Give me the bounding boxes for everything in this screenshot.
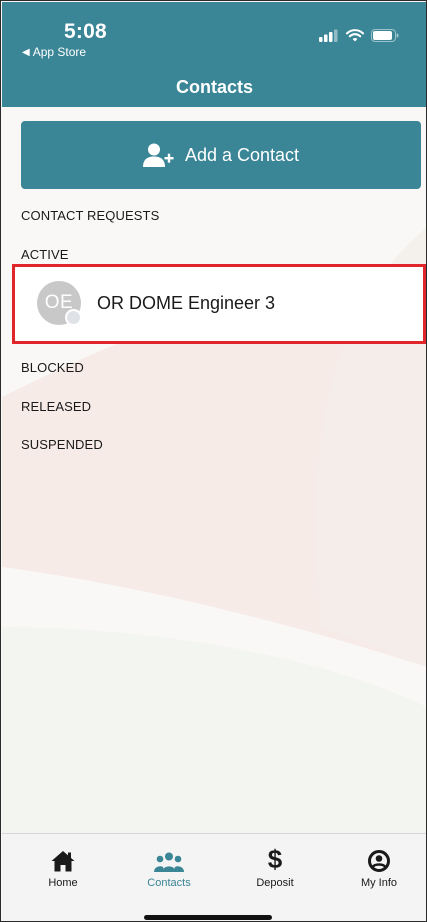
tab-contacts-label: Contacts (147, 877, 191, 889)
contact-name: OR DOME Engineer 3 (97, 293, 276, 313)
tab-home-label: Home (48, 877, 78, 889)
nav-header: 5:08 ◀ App Store Contacts (2, 2, 426, 107)
back-to-app-link[interactable]: ◀ App Store (22, 45, 86, 59)
user-circle-icon (368, 850, 390, 872)
status-icons (319, 29, 399, 42)
dollar-icon: $ (267, 844, 283, 874)
status-time: 5:08 (64, 20, 107, 43)
contact-row-or-dome-engineer-3[interactable]: OE OR DOME Engineer 3 (12, 264, 426, 344)
tab-contacts[interactable]: Contacts (129, 846, 209, 889)
add-contact-label: Add a Contact (184, 144, 300, 165)
battery-icon (371, 29, 399, 42)
presence-status-dot (65, 309, 82, 326)
tab-deposit[interactable]: $ Deposit (235, 846, 315, 889)
tab-bar: Home Contacts $ Deposit My Info (2, 833, 426, 921)
back-app-label: App Store (32, 45, 87, 59)
section-blocked[interactable]: BLOCKED (21, 360, 84, 375)
section-suspended[interactable]: SUSPENDED (21, 437, 103, 452)
signal-icon (319, 29, 338, 42)
home-icon (51, 851, 75, 872)
contacts-content: Add a Contact CONTACT REQUESTS ACTIVE OE… (2, 107, 426, 833)
contacts-icon (154, 852, 184, 872)
back-triangle-icon: ◀ (22, 46, 30, 58)
section-released[interactable]: RELEASED (21, 399, 91, 414)
section-contact-requests[interactable]: CONTACT REQUESTS (21, 208, 159, 223)
tab-my-info[interactable]: My Info (339, 846, 419, 889)
home-indicator[interactable] (144, 915, 272, 920)
wifi-icon (346, 29, 364, 42)
app-screen: 5:08 ◀ App Store Contacts Add a Contact … (0, 0, 427, 922)
page-title: Contacts (175, 77, 253, 97)
add-contact-button[interactable]: Add a Contact (21, 121, 421, 189)
tab-deposit-label: Deposit (256, 877, 294, 889)
tab-home[interactable]: Home (23, 846, 103, 889)
section-active[interactable]: ACTIVE (21, 247, 69, 262)
tab-my-info-label: My Info (360, 877, 398, 889)
add-person-icon (142, 143, 174, 167)
